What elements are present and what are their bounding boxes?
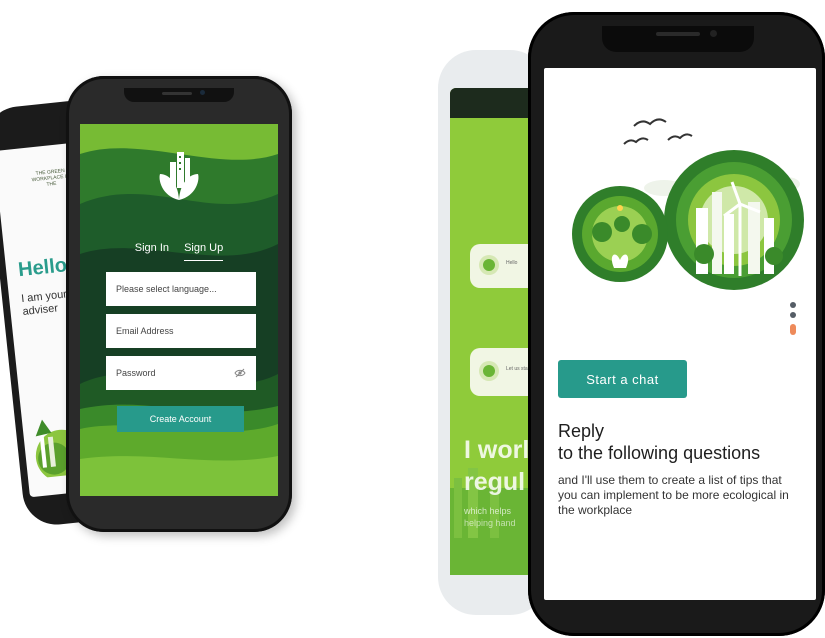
city-leaf-logo-icon [159,152,199,200]
phone-notch [602,26,754,52]
reply-subheading: to the following questions [558,443,761,463]
eco-city-illustration [572,118,804,290]
reply-heading: Reply [558,421,605,441]
reply-heading-block: Reply to the following questions [558,420,760,464]
signup-phone: Sign In Sign Up Please select language..… [66,76,292,532]
page-dot-1[interactable] [790,302,796,308]
bot-avatar-icon [479,361,499,381]
start-chat-button[interactable]: Start a chat [558,360,687,398]
auth-tabs: Sign In Sign Up [80,242,278,261]
front-camera [200,90,205,95]
big-text-line1: I worl [464,436,530,464]
language-select[interactable]: Please select language... [106,272,256,306]
hide-password-icon[interactable] [234,367,246,379]
big-text-line2: regul [464,468,526,496]
page-dot-2[interactable] [790,312,796,318]
bot-avatar-icon [479,255,499,275]
front-camera [710,30,717,37]
email-field[interactable]: Email Address [106,314,256,348]
reply-description: and I'll use them to create a list of ti… [558,473,789,517]
small-text-line2: helping hand [464,518,516,528]
create-account-button[interactable]: Create Account [117,406,244,432]
language-placeholder: Please select language... [116,284,217,294]
page-dot-3-active[interactable] [790,324,796,335]
bubble1-text: Hello [506,260,518,266]
tab-sign-up[interactable]: Sign Up [184,242,224,261]
speaker-grill [162,92,192,95]
phone-notch [124,88,234,102]
chat-intro-screen: Start a chat Reply to the following ques… [544,68,816,600]
small-text-line1: which helps [464,506,512,516]
password-field[interactable]: Password [106,356,256,390]
password-placeholder: Password [116,368,156,378]
chat-phone: Start a chat Reply to the following ques… [528,12,825,636]
email-placeholder: Email Address [116,326,174,336]
speaker-grill [656,32,700,36]
tab-sign-in[interactable]: Sign In [135,242,169,260]
signup-screen: Sign In Sign Up Please select language..… [80,124,278,496]
